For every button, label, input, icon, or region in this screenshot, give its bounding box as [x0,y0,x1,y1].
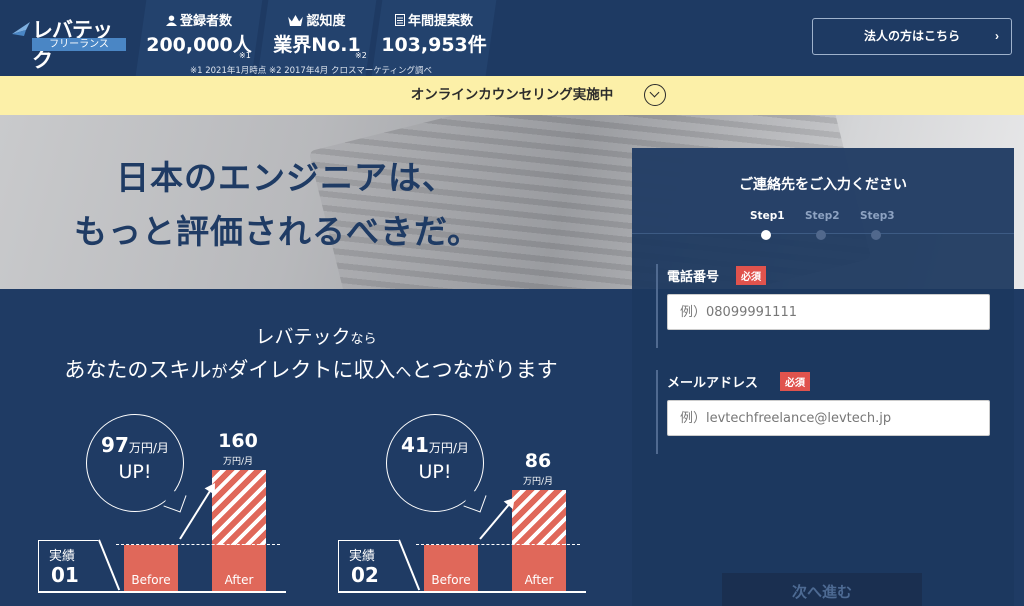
before-label: Before [431,573,471,587]
next-step-button[interactable]: 次へ進む [722,573,922,606]
after-bar-base: After [512,545,566,591]
increase-value: 41 [401,433,429,457]
hero-title: 日本のエンジニアは、 もっと評価されるべきだ。 [74,151,481,259]
after-label: After [224,573,254,587]
result-label: 実績 [349,549,376,564]
after-value: 160 [218,430,258,452]
corporate-link-label: 法人の方はこちら [863,29,960,43]
up-text: UP! [118,461,152,483]
after-label: After [524,573,554,587]
dashed-line [116,544,280,545]
stat-note-1: ※1 [239,51,251,60]
logo[interactable]: レバテック フリーランス [12,14,126,72]
after-bar-increase [212,470,266,545]
step-label-3: Step3 [860,210,895,222]
result-case-01: 97万円/月 UP! 160 万円/月 After Before 実績 01 [36,414,316,594]
document-icon [394,14,405,26]
logo-subtext: フリーランス [32,38,126,51]
result-box-slant [98,539,120,591]
form-header: ご連絡先をご入力ください Step1 Step2 Step3 [632,148,1014,240]
result-box-slant [398,539,420,591]
email-field-accent [656,370,658,454]
email-label: メールアドレス [667,376,759,391]
stat-label-registrants: 登録者数 [179,14,232,29]
tagline-line1: レバテックなら [255,326,377,348]
crown-icon [288,15,304,26]
stat-value-proposals: 103,953件 [381,34,487,56]
step-label-1: Step1 [750,210,785,222]
result-number: 01 [51,563,79,587]
phone-required-badge: 必須 [736,266,766,285]
growth-arrow-icon [479,498,515,540]
phone-field-accent [656,264,658,348]
email-input[interactable] [667,400,990,436]
chevron-down-circle-icon[interactable] [644,84,666,106]
increase-unit: 万円/月 [128,441,169,455]
after-bar-increase [512,490,566,545]
after-unit: 万円/月 [222,457,254,467]
before-bar: Before [124,545,178,591]
result-case-02: 41万円/月 UP! 86 万円/月 After Before 実績 02 [336,414,616,594]
corporate-link-button[interactable]: 法人の方はこちら › [812,18,1012,55]
increase-unit: 万円/月 [428,441,469,455]
dashed-line [416,544,580,545]
stats-footnote: ※1 2021年1月時点 ※2 2017年4月 クロスマーケティング調べ [190,66,433,76]
stat-label-proposals: 年間提案数 [407,14,473,29]
result-label: 実績 [49,549,76,564]
baseline [338,591,586,593]
before-bar: Before [424,545,478,591]
step-label-2: Step2 [805,210,840,222]
result-box: 実績 01 [38,540,98,592]
step-indicator-1 [761,230,771,240]
phone-input[interactable] [667,294,990,330]
after-bar-base: After [212,545,266,591]
form-title: ご連絡先をご入力ください [739,177,907,193]
logo-wing-icon [12,22,30,36]
chevron-right-icon: › [995,29,999,43]
email-required-badge: 必須 [780,372,810,391]
hero-title-line1: 日本のエンジニアは、 [116,158,456,197]
hero-title-line2: もっと評価されるべきだ。 [74,212,482,251]
stat-note-2: ※2 [355,51,367,60]
increase-value: 97 [101,433,129,457]
results-section: レバテックなら あなたのスキルがダイレクトに収入へとつながります 97万円/月 … [0,289,632,606]
result-number: 02 [351,563,379,587]
step-indicator-2 [816,230,826,240]
banner-text: オンラインカウンセリング実施中 [410,87,614,103]
phone-label: 電話番号 [667,270,720,285]
step-indicator-3 [871,230,881,240]
after-unit: 万円/月 [522,477,554,487]
after-value: 86 [524,450,552,472]
stat-label-recognition: 認知度 [306,14,346,29]
baseline [38,591,286,593]
site-header: レバテック フリーランス 登録者数 200,000人 ※1 認知度 業界No.1… [0,0,1024,76]
result-box: 実績 02 [338,540,398,592]
contact-form-panel: ご連絡先をご入力ください Step1 Step2 Step3 電話番号 必須 メ… [632,148,1014,606]
tagline-line2: あなたのスキルがダイレクトに収入へとつながります [64,358,558,382]
person-icon [165,15,177,26]
up-text: UP! [418,461,452,483]
online-counseling-banner[interactable]: オンラインカウンセリング実施中 [0,76,1024,115]
before-label: Before [131,573,171,587]
growth-arrow-icon [179,484,215,540]
